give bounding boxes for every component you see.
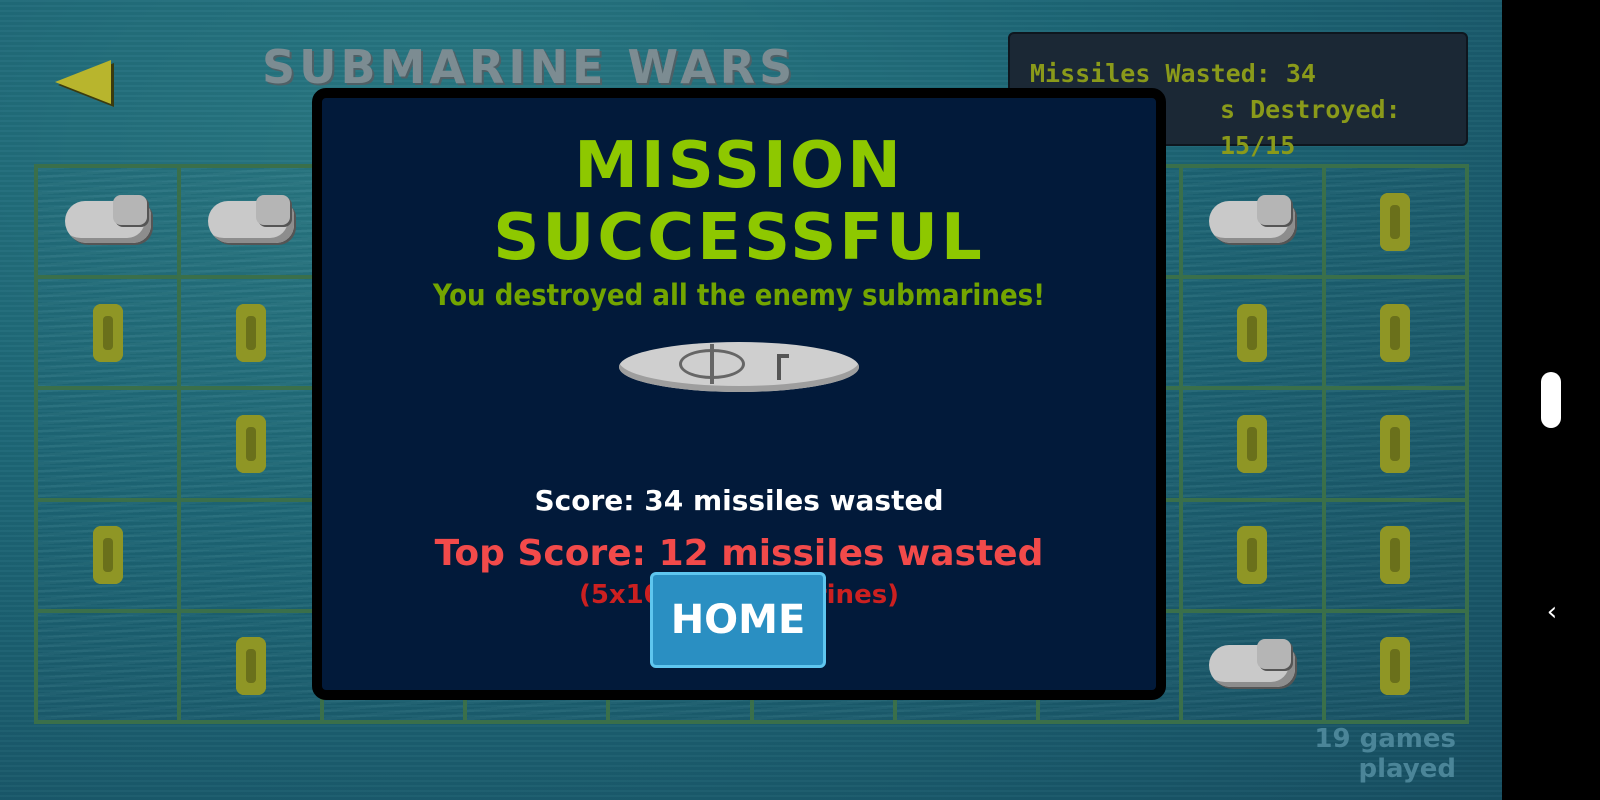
missile-marker-icon: [1380, 192, 1411, 251]
grid-cell[interactable]: [1180, 277, 1324, 389]
grid-cell[interactable]: [1323, 166, 1467, 278]
grid-cell[interactable]: [1323, 499, 1467, 611]
score-text: Score: 34 missiles wasted: [534, 484, 944, 517]
home-button[interactable]: HOME: [650, 572, 826, 668]
missile-marker-icon: [1380, 414, 1411, 473]
grid-cell[interactable]: [36, 499, 180, 611]
missile-marker-icon: [1237, 526, 1268, 585]
grid-cell[interactable]: [1180, 610, 1324, 722]
submarine-icon: [619, 342, 859, 392]
mission-subtitle: You destroyed all the enemy submarines!: [432, 278, 1046, 312]
grid-cell[interactable]: [179, 166, 323, 278]
missile-marker-icon: [235, 637, 266, 696]
game-title: SUBMARINE WARS: [262, 40, 797, 94]
grid-cell[interactable]: [1323, 610, 1467, 722]
submarine-mark: [777, 354, 789, 380]
grid-cell[interactable]: [179, 388, 323, 500]
sunk-submarine-icon: [207, 194, 294, 243]
grid-cell[interactable]: [36, 166, 180, 278]
grid-cell[interactable]: [179, 499, 323, 611]
missile-marker-icon: [235, 414, 266, 473]
missile-marker-icon: [92, 526, 123, 585]
mission-title: MISSION SUCCESSFUL: [493, 129, 985, 275]
missile-marker-icon: [1237, 303, 1268, 362]
grid-cell[interactable]: [1180, 499, 1324, 611]
grid-cell[interactable]: [36, 388, 180, 500]
missile-marker-icon: [1380, 637, 1411, 696]
submarine-tower: [679, 344, 745, 384]
missile-marker-icon: [235, 303, 266, 362]
grid-cell[interactable]: [36, 277, 180, 389]
system-nav-bar: ‹: [1502, 0, 1600, 800]
home-pill-icon[interactable]: [1541, 372, 1561, 428]
sunk-submarine-icon: [64, 194, 151, 243]
grid-cell[interactable]: [1180, 166, 1324, 278]
back-arrow-icon[interactable]: [55, 60, 111, 104]
missile-marker-icon: [92, 303, 123, 362]
sunk-submarine-icon: [1209, 194, 1296, 243]
missile-marker-icon: [1380, 303, 1411, 362]
grid-cell[interactable]: [1323, 277, 1467, 389]
grid-cell[interactable]: [179, 277, 323, 389]
top-score-text: Top Score: 12 missiles wasted: [434, 533, 1044, 574]
grid-cell[interactable]: [36, 610, 180, 722]
grid-cell[interactable]: [1180, 388, 1324, 500]
missile-marker-icon: [1380, 526, 1411, 585]
missiles-wasted-stat: Missiles Wasted: 34: [1030, 59, 1316, 88]
nav-back-icon[interactable]: ‹: [1540, 599, 1564, 625]
grid-cell[interactable]: [1323, 388, 1467, 500]
mission-result-dialog: MISSION SUCCESSFUL You destroyed all the…: [312, 88, 1166, 700]
grid-cell[interactable]: [179, 610, 323, 722]
missile-marker-icon: [1237, 414, 1268, 473]
games-played-count: 19 games played: [1314, 724, 1456, 784]
game-screen: SUBMARINE WARS Missiles Wasted: 34 s Des…: [0, 0, 1502, 800]
sunk-submarine-icon: [1209, 639, 1296, 688]
